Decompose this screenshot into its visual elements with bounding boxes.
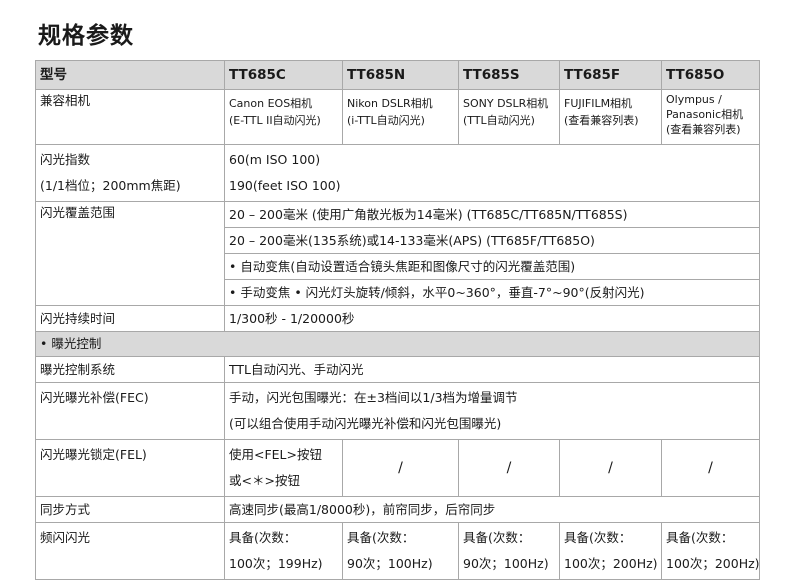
not-applicable: / xyxy=(661,439,760,497)
row-label: 频闪闪光 xyxy=(35,522,225,580)
table-header-row: 型号 TT685C TT685N TT685S TT685F TT685O xyxy=(35,60,760,90)
strobe-cell: 具备(次数： 100次；200Hz) xyxy=(559,522,662,580)
row-label: 同步方式 xyxy=(35,496,225,523)
row-value: 1/300秒 - 1/20000秒 xyxy=(224,305,760,332)
row-value: • 手动变焦 • 闪光灯头旋转/倾斜，水平0~360°，垂直-7°~90°(反射… xyxy=(224,279,760,306)
model-tt685o: TT685O xyxy=(661,60,760,90)
row-value: 60(m ISO 100) 190(feet ISO 100) xyxy=(224,144,760,202)
compat-cell: Canon EOS相机 (E-TTL II自动闪光) xyxy=(224,89,343,145)
not-applicable: / xyxy=(559,439,662,497)
row-label: 曝光控制系统 xyxy=(35,356,225,383)
model-tt685n: TT685N xyxy=(342,60,459,90)
strobe-cell: 具备(次数： 90次；100Hz) xyxy=(342,522,459,580)
model-tt685s: TT685S xyxy=(458,60,560,90)
row-label: 闪光持续时间 xyxy=(35,305,225,332)
table-row: 闪光指数 (1/1档位；200mm焦距) 60(m ISO 100) 190(fee… xyxy=(35,144,760,202)
strobe-cell: 具备(次数： 100次；200Hz) xyxy=(661,522,760,580)
row-label: 兼容相机 xyxy=(35,89,225,145)
row-value: 20 – 200毫米 (使用广角散光板为14毫米) (TT685C/TT685N… xyxy=(224,201,760,228)
row-value: • 自动变焦(自动设置适合镜头焦距和图像尺寸的闪光覆盖范围) xyxy=(224,253,760,280)
table-row: 闪光持续时间 1/300秒 - 1/20000秒 xyxy=(35,305,760,332)
compat-cell: FUJIFILM相机 (查看兼容列表) xyxy=(559,89,662,145)
row-label: 闪光曝光补偿(FEC) xyxy=(35,382,225,440)
row-value: 手动，闪光包围曝光：在±3档间以1/3档为增量调节 (可以组合使用手动闪光曝光补偿… xyxy=(224,382,760,440)
model-label: 型号 xyxy=(35,60,225,90)
not-applicable: / xyxy=(458,439,560,497)
page-title: 规格参数 xyxy=(38,23,134,49)
row-value: 高速同步(最高1/8000秒)，前帘同步，后帘同步 xyxy=(224,496,760,523)
table-row: 同步方式 高速同步(最高1/8000秒)，前帘同步，后帘同步 xyxy=(35,496,760,523)
row-label: 闪光曝光锁定(FEL) xyxy=(35,439,225,497)
strobe-cell: 具备(次数： 90次；100Hz) xyxy=(458,522,560,580)
section-row: • 曝光控制 xyxy=(35,331,760,357)
compat-cell: Olympus / Panasonic相机 (查看兼容列表) xyxy=(661,89,760,145)
model-tt685f: TT685F xyxy=(559,60,662,90)
model-tt685c: TT685C xyxy=(224,60,343,90)
row-label: 闪光覆盖范围 xyxy=(35,201,225,306)
spec-table: 型号 TT685C TT685N TT685S TT685F TT685O 兼容… xyxy=(35,60,760,580)
table-row: 闪光曝光锁定(FEL) 使用<FEL>按钮 或<＊>按钮 / / / / xyxy=(35,439,760,497)
table-row: 频闪闪光 具备(次数： 100次；199Hz) 具备(次数： 90次；100Hz) … xyxy=(35,522,760,580)
compat-cell: Nikon DSLR相机 (i-TTL自动闪光) xyxy=(342,89,459,145)
table-row: 曝光控制系统 TTL自动闪光、手动闪光 xyxy=(35,356,760,383)
table-row: 闪光覆盖范围 20 – 200毫米 (使用广角散光板为14毫米) (TT685C… xyxy=(35,201,760,306)
compat-cell: SONY DSLR相机 (TTL自动闪光) xyxy=(458,89,560,145)
section-title: • 曝光控制 xyxy=(35,331,760,357)
table-row: 闪光曝光补偿(FEC) 手动，闪光包围曝光：在±3档间以1/3档为增量调节 (可以… xyxy=(35,382,760,440)
row-label: 闪光指数 (1/1档位；200mm焦距) xyxy=(35,144,225,202)
strobe-cell: 具备(次数： 100次；199Hz) xyxy=(224,522,343,580)
row-value: 20 – 200毫米(135系统)或14-133毫米(APS) (TT685F/… xyxy=(224,227,760,254)
table-row: 兼容相机 Canon EOS相机 (E-TTL II自动闪光) Nikon DSL… xyxy=(35,89,760,145)
not-applicable: / xyxy=(342,439,459,497)
row-value: 使用<FEL>按钮 或<＊>按钮 xyxy=(224,439,343,497)
row-value: TTL自动闪光、手动闪光 xyxy=(224,356,760,383)
